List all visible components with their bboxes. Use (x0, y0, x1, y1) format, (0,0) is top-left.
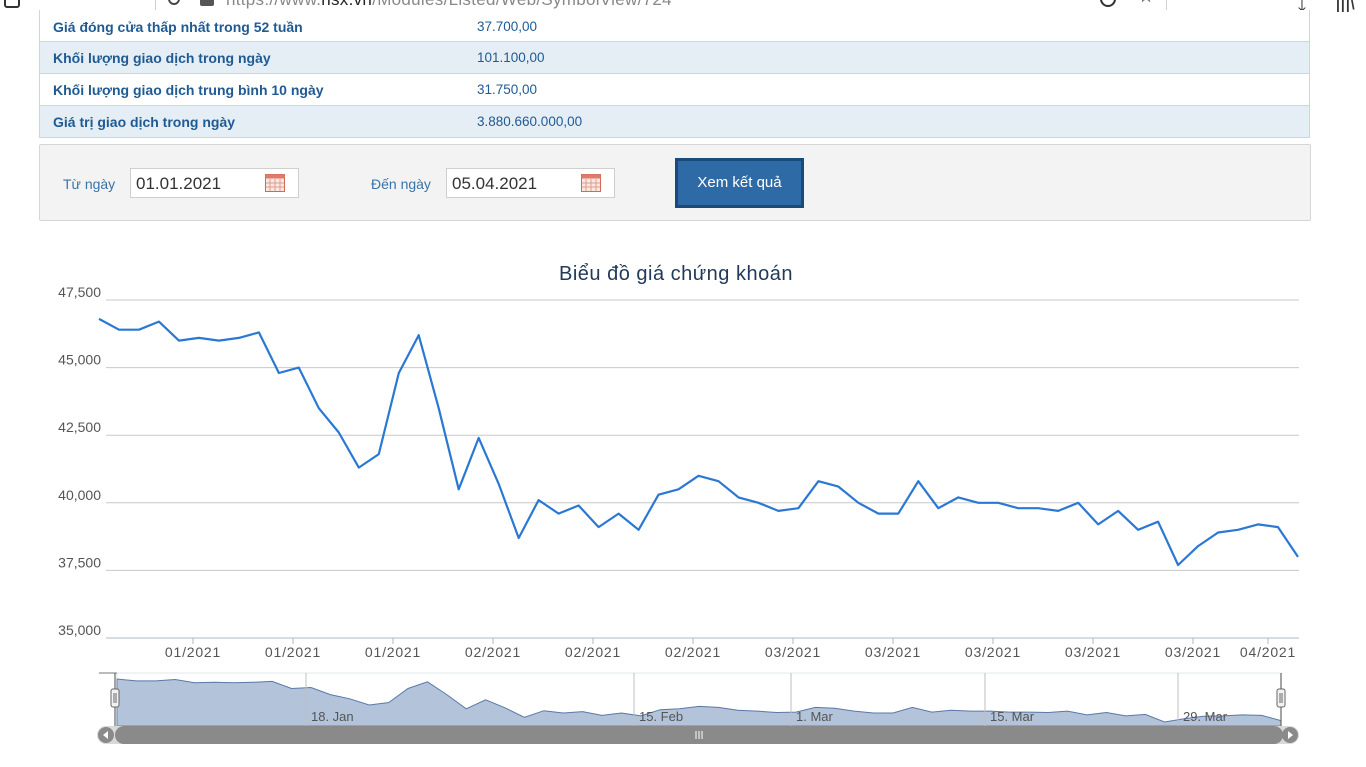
navigator-label: 29. Mar (1183, 709, 1228, 724)
to-date-label: Đến ngày (371, 176, 431, 192)
x-tick-label: 01/2021 (165, 644, 221, 660)
info-value: 101.100,00 (477, 50, 545, 65)
price-chart: Biểu đồ giá chứng khoán 47,500 45,000 42,5… (58, 263, 1299, 744)
url-text: https://www.hsx.vn/Modules/Listed/Web/Sy… (226, 0, 672, 10)
y-tick-label: 37,500 (58, 554, 101, 570)
x-axis: 01/2021 01/2021 01/2021 02/2021 02/2021 02/20… (165, 638, 1296, 660)
info-value: 31.750,00 (477, 82, 538, 97)
info-row-volume-day: Khối lượng giao dịch trong ngày 101.100,… (39, 42, 1310, 74)
x-tick-label: 02/2021 (565, 644, 621, 660)
bookmark-star-icon[interactable]: ☆ (1138, 0, 1154, 7)
chart-title: Biểu đồ giá chứng khoán (559, 263, 793, 285)
y-tick-label: 35,000 (58, 622, 101, 638)
price-series-line (98, 317, 1299, 567)
y-axis: 47,500 45,000 42,500 40,000 37,500 35,000 (58, 284, 101, 638)
library-icon[interactable]: |||\ (1336, 0, 1356, 12)
navigator-label: 15. Feb (639, 709, 683, 724)
navigator-label: 18. Jan (311, 709, 354, 724)
view-results-button[interactable]: Xem kết quả (675, 158, 804, 208)
from-date-input[interactable]: 01.01.2021 (130, 168, 299, 198)
x-tick-label: 04/2021 (1240, 644, 1296, 660)
x-tick-label: 03/2021 (765, 644, 821, 660)
x-tick-label: 01/2021 (365, 644, 421, 660)
calendar-icon[interactable] (581, 174, 601, 192)
info-label: Giá trị giao dịch trong ngày (53, 114, 236, 130)
page-info-icon[interactable] (200, 0, 214, 6)
x-tick-label: 03/2021 (965, 644, 1021, 660)
info-row-volume-10d: Khối lượng giao dịch trung bình 10 ngày … (39, 74, 1310, 106)
to-date-value: 05.04.2021 (452, 174, 538, 193)
info-value: 3.880.660.000,00 (477, 114, 583, 129)
navigator-label: 15. Mar (990, 709, 1035, 724)
pocket-icon[interactable] (1100, 0, 1116, 7)
y-tick-label: 40,000 (58, 487, 101, 503)
from-date-label: Từ ngày (63, 176, 116, 192)
x-tick-label: 01/2021 (265, 644, 321, 660)
from-date-value: 01.01.2021 (136, 174, 222, 193)
calendar-icon[interactable] (265, 174, 285, 192)
navigator-label: 1. Mar (796, 709, 834, 724)
navigator-left-handle[interactable] (110, 688, 120, 708)
info-row-52w-low: Giá đóng cửa thấp nhất trong 52 tuần 37.… (39, 10, 1310, 42)
info-value: 37.700,00 (477, 19, 538, 34)
page-actions-menu-icon[interactable]: ··· (1066, 0, 1084, 5)
y-tick-label: 45,000 (58, 352, 101, 368)
navigator-right-handle[interactable] (1276, 688, 1286, 708)
x-tick-label: 03/2021 (865, 644, 921, 660)
info-label: Khối lượng giao dịch trong ngày (53, 50, 271, 66)
y-tick-label: 42,500 (58, 419, 101, 435)
navigator[interactable]: 18. Jan 15. Feb 1. Mar 15. Mar 29. Mar (97, 672, 1299, 744)
info-row-value-day: Giá trị giao dịch trong ngày 3.880.660.0… (39, 106, 1310, 138)
x-tick-label: 02/2021 (465, 644, 521, 660)
to-date-input[interactable]: 05.04.2021 (446, 168, 615, 198)
x-tick-label: 03/2021 (1165, 644, 1221, 660)
info-label: Giá đóng cửa thấp nhất trong 52 tuần (53, 19, 303, 35)
info-label: Khối lượng giao dịch trung bình 10 ngày (53, 82, 324, 98)
x-tick-label: 02/2021 (665, 644, 721, 660)
tracking-protection-icon[interactable] (168, 0, 180, 5)
extension-icon[interactable] (4, 0, 20, 8)
chart-grid (106, 299, 1299, 639)
date-filter-panel: Từ ngày 01.01.2021 Đến ngày 05.04.2021 X… (39, 144, 1311, 221)
x-tick-label: 03/2021 (1065, 644, 1121, 660)
y-tick-label: 47,500 (58, 284, 101, 300)
